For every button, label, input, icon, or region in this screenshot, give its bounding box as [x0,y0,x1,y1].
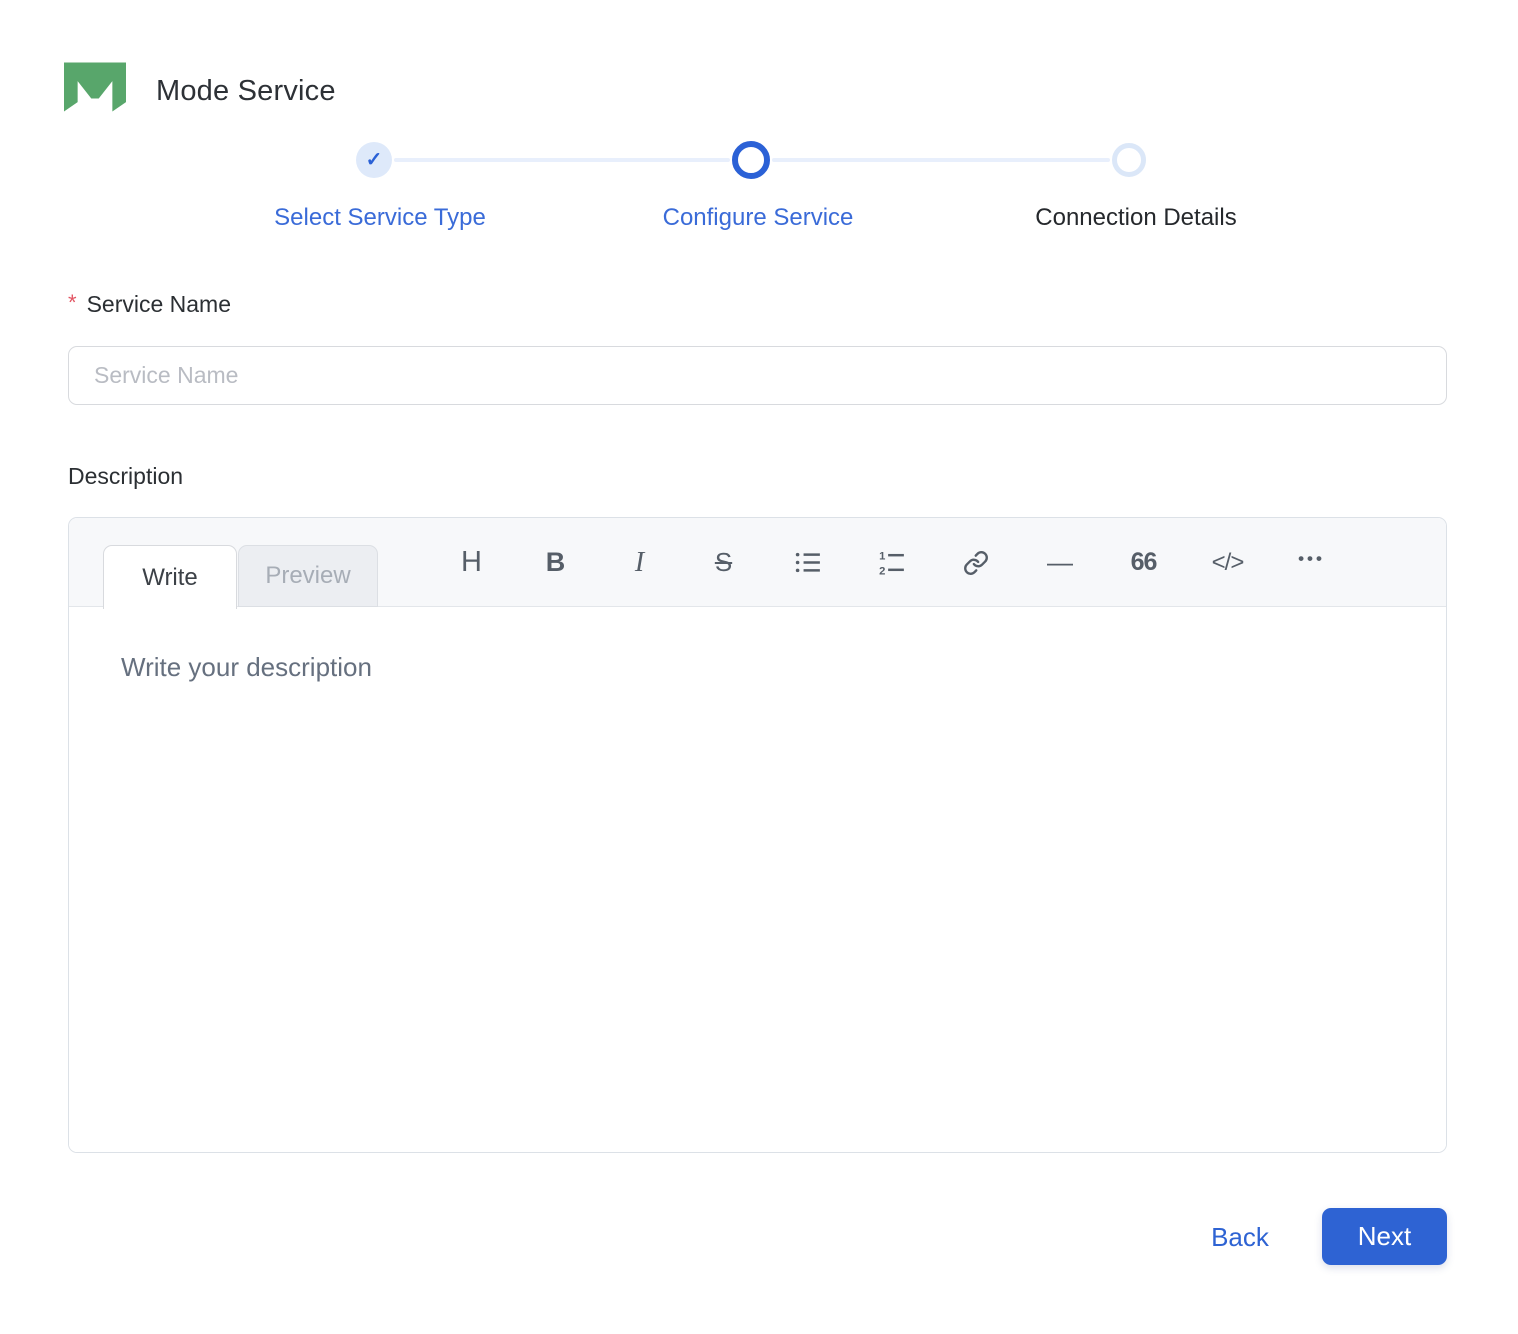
bold-icon[interactable]: B [535,540,576,586]
next-button[interactable]: Next [1322,1208,1447,1265]
app-header: Mode Service [64,62,336,120]
svg-text:2: 2 [879,565,885,576]
step-label-configure-service[interactable]: Configure Service [598,204,918,232]
editor-header: H B I S 1 2 — 66 </> ••• Write Preview [69,518,1446,609]
unordered-list-icon[interactable] [787,540,828,586]
stepper-connector-2 [772,158,1110,162]
service-name-input[interactable] [68,346,1447,405]
code-icon[interactable]: </> [1207,540,1248,586]
description-label: Description [68,463,184,489]
editor-toolbar: H B I S 1 2 — 66 </> ••• [451,518,1332,607]
ordered-list-icon[interactable]: 1 2 [871,540,912,586]
horizontal-rule-icon[interactable]: — [1039,540,1080,586]
heading-icon[interactable]: H [451,540,492,586]
service-name-label-text: Service Name [86,291,231,317]
required-asterisk: * [68,290,77,315]
service-name-label: * Service Name [68,290,231,318]
italic-icon[interactable]: I [619,540,660,586]
back-button[interactable]: Back [1180,1214,1300,1260]
step-indicator-connection-details[interactable] [1112,143,1146,177]
more-icon[interactable]: ••• [1291,540,1332,586]
tab-preview[interactable]: Preview [238,545,378,607]
page-title: Mode Service [156,74,336,107]
step-indicator-configure-service[interactable] [732,141,770,179]
step-label-connection-details[interactable]: Connection Details [976,204,1296,232]
svg-text:1: 1 [879,551,885,563]
quote-icon[interactable]: 66 [1123,540,1164,586]
description-textarea[interactable]: Write your description [69,608,1446,1152]
link-icon[interactable] [955,540,996,586]
mode-service-logo [64,62,126,112]
description-placeholder: Write your description [121,652,372,682]
stepper-connector-1 [394,158,730,162]
step-indicator-select-service-type[interactable]: ✓ [356,142,392,178]
strikethrough-icon[interactable]: S [703,540,744,586]
tab-write[interactable]: Write [103,545,237,609]
step-label-select-service-type[interactable]: Select Service Type [220,204,540,232]
stepper: ✓ Select Service Type Configure Service … [0,128,1518,238]
description-editor: H B I S 1 2 — 66 </> ••• Write Preview W… [68,517,1447,1153]
check-icon: ✓ [365,149,383,171]
